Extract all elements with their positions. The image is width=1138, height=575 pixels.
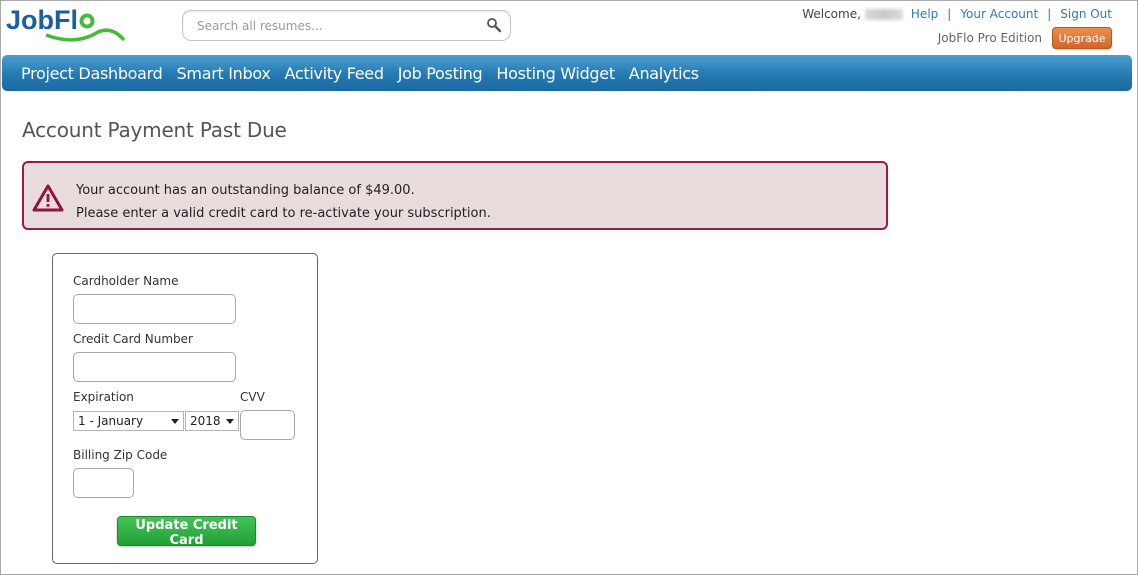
expiration-month-select[interactable]: 1 - January — [73, 411, 184, 431]
alert-line-instruction: Please enter a valid credit card to re-a… — [76, 206, 491, 221]
nav-job-posting[interactable]: Job Posting — [398, 64, 483, 83]
cardholder-name-label: Cardholder Name — [73, 274, 179, 288]
warning-icon — [32, 184, 64, 212]
past-due-alert: Your account has an outstanding balance … — [22, 161, 888, 230]
month-value: 1 - January — [78, 414, 144, 428]
edition-label: JobFlo Pro Edition — [937, 31, 1042, 45]
help-link[interactable]: Help — [911, 7, 938, 21]
nav-smart-inbox[interactable]: Smart Inbox — [177, 64, 271, 83]
search-input[interactable] — [195, 16, 479, 36]
nav-hosting-widget[interactable]: Hosting Widget — [496, 64, 615, 83]
cvv-label: CVV — [240, 390, 265, 404]
alert-line-balance: Your account has an outstanding balance … — [76, 183, 415, 198]
cvv-input[interactable] — [240, 410, 295, 440]
cardholder-name-input[interactable] — [73, 294, 236, 324]
chevron-down-icon — [171, 419, 179, 424]
svg-text:JobFl: JobFl — [6, 5, 78, 35]
card-number-input[interactable] — [73, 352, 236, 382]
page-title: Account Payment Past Due — [22, 118, 287, 142]
update-credit-card-button[interactable]: Update Credit Card — [117, 516, 256, 548]
your-account-link[interactable]: Your Account — [960, 7, 1038, 21]
expiration-label: Expiration — [73, 390, 134, 404]
main-nav: Project Dashboard Smart Inbox Activity F… — [2, 55, 1132, 91]
alert-message: Your account has an outstanding balance … — [76, 179, 491, 225]
card-number-label: Credit Card Number — [73, 332, 193, 346]
payment-form: Cardholder Name Credit Card Number Expir… — [52, 253, 318, 564]
search-icon[interactable] — [486, 17, 502, 33]
chevron-down-icon — [226, 419, 234, 424]
divider: | — [1047, 7, 1052, 21]
nav-activity-feed[interactable]: Activity Feed — [285, 64, 385, 83]
year-value: 2018 — [190, 414, 221, 428]
upgrade-button[interactable]: Upgrade — [1052, 27, 1112, 49]
welcome-label: Welcome, — [802, 7, 861, 21]
sign-out-link[interactable]: Sign Out — [1060, 7, 1112, 21]
username-redacted — [864, 8, 903, 20]
zip-code-label: Billing Zip Code — [73, 448, 168, 462]
account-area: Welcome, Help | Your Account | Sign Out … — [802, 7, 1112, 49]
nav-analytics[interactable]: Analytics — [629, 64, 699, 83]
expiration-year-select[interactable]: 2018 — [185, 411, 239, 431]
divider: | — [947, 7, 952, 21]
nav-project-dashboard[interactable]: Project Dashboard — [21, 64, 163, 83]
jobflo-logo[interactable]: JobFl — [6, 2, 130, 46]
resume-search[interactable] — [182, 10, 511, 41]
zip-code-input[interactable] — [73, 468, 134, 498]
